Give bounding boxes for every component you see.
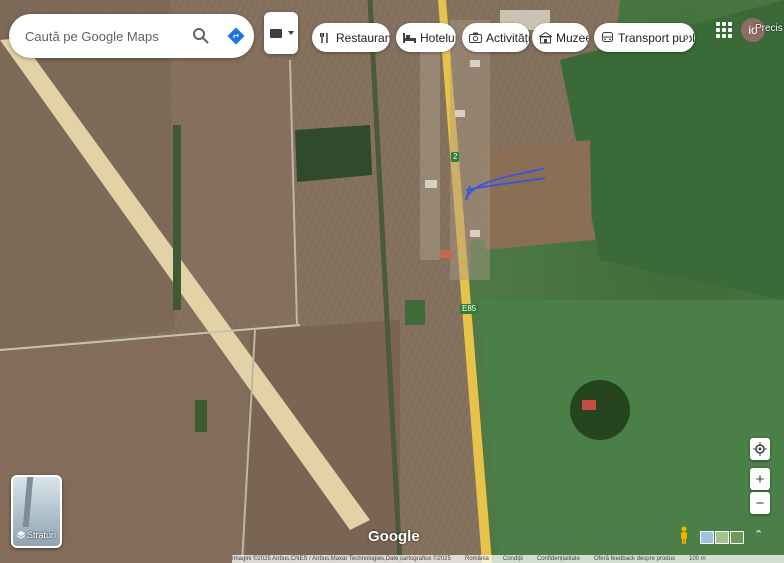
layers-thumbnail[interactable]: Straturi bbox=[11, 475, 62, 548]
imagery-attribution: Imagini ©2025 Airbus,CNES / Airbus,Maxar… bbox=[232, 556, 451, 562]
crosshair-icon bbox=[753, 442, 767, 456]
directions-icon[interactable] bbox=[225, 25, 247, 47]
layers-stack-icon bbox=[17, 531, 25, 539]
chip-label: Activități bbox=[486, 30, 530, 45]
chip-label: Transport public bbox=[618, 30, 695, 45]
map-type-thumbnails[interactable] bbox=[700, 531, 744, 544]
cutlery-icon bbox=[318, 31, 332, 45]
zoom-in-button[interactable]: + bbox=[750, 468, 770, 490]
bed-icon bbox=[402, 31, 416, 45]
layers-icon bbox=[270, 29, 282, 38]
bus-icon bbox=[600, 31, 614, 45]
search-input[interactable] bbox=[23, 27, 187, 45]
privacy-link[interactable]: Confidențialitate bbox=[537, 555, 580, 563]
chip-activitati[interactable]: Activități bbox=[462, 23, 530, 52]
google-logo: Google bbox=[368, 528, 420, 545]
layers-button[interactable] bbox=[264, 12, 298, 54]
chip-hoteluri[interactable]: Hoteluri bbox=[396, 23, 456, 52]
chevron-right-icon[interactable]: › bbox=[684, 29, 689, 44]
camera-icon bbox=[468, 31, 482, 45]
map-corner-label: Precis bbox=[755, 23, 783, 34]
chip-label: Muzee bbox=[556, 30, 589, 45]
country-label: România bbox=[464, 556, 489, 562]
chip-muzee[interactable]: Muzee bbox=[532, 23, 589, 52]
my-location-button[interactable] bbox=[750, 438, 770, 460]
apps-grid-icon[interactable] bbox=[716, 22, 732, 38]
expand-chevron-icon[interactable]: ⌃ bbox=[754, 528, 763, 541]
road-label-2: 2 bbox=[451, 152, 460, 162]
map-canvas[interactable]: 2 E85 bbox=[0, 0, 784, 563]
zoom-out-button[interactable]: − bbox=[750, 492, 770, 514]
chip-label: Hoteluri bbox=[420, 30, 456, 45]
thumbnail-road bbox=[22, 477, 34, 527]
layers-label: Straturi bbox=[17, 530, 56, 540]
globe-thumbnail[interactable] bbox=[730, 531, 744, 544]
road-label-e85: E85 bbox=[460, 304, 479, 314]
chip-restaurante[interactable]: Restaurante bbox=[312, 23, 390, 52]
attribution-bar: Imagini ©2025 Airbus,CNES / Airbus,Maxar… bbox=[232, 555, 784, 563]
terrain-thumbnail[interactable] bbox=[700, 531, 714, 544]
terms-link[interactable]: Condiții bbox=[503, 555, 523, 563]
museum-icon bbox=[538, 31, 552, 45]
search-box bbox=[9, 14, 254, 58]
chip-label: Restaurante bbox=[336, 30, 390, 45]
street-view-pegman-icon[interactable] bbox=[679, 526, 689, 544]
satellite-thumbnail[interactable] bbox=[715, 531, 729, 544]
feedback-link[interactable]: Oferă feedback despre produs bbox=[594, 555, 675, 563]
chip-transport-public[interactable]: Transport public › bbox=[594, 23, 695, 52]
chevron-down-icon bbox=[288, 31, 294, 35]
scale-bar[interactable]: 100 m bbox=[689, 555, 706, 563]
layers-button-label: Straturi bbox=[27, 530, 57, 540]
search-icon[interactable] bbox=[190, 25, 212, 47]
satellite-imagery bbox=[0, 0, 784, 563]
